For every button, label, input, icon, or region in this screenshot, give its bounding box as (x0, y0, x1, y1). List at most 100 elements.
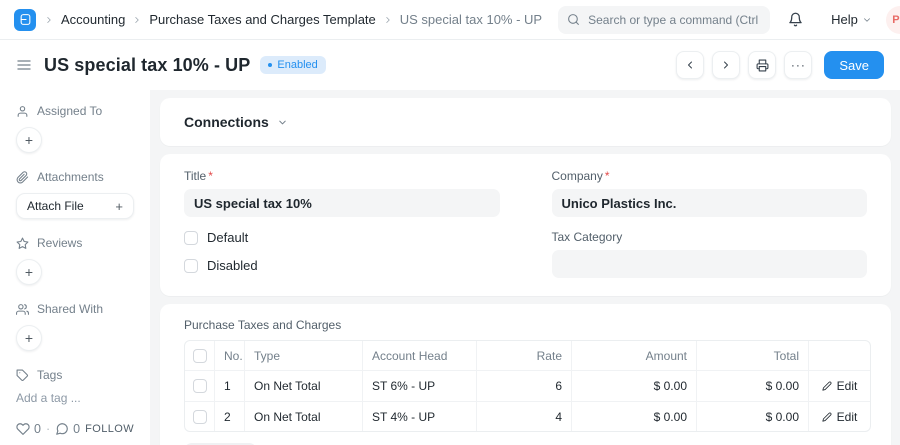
add-assignment-button[interactable]: + (16, 127, 42, 153)
status-dot-icon (268, 63, 272, 67)
social-row: 0 · 0 FOLLOW (16, 422, 134, 436)
reviews-header: Reviews (16, 236, 134, 250)
table-row: 2 On Net Total ST 4% - UP 4 $ 0.00 $ 0.0… (185, 401, 870, 431)
tax-category-input[interactable] (552, 250, 868, 278)
column-account-head: Account Head (363, 341, 477, 371)
assigned-to-header: Assigned To (16, 104, 134, 118)
default-checkbox-row[interactable]: Default (184, 230, 500, 245)
sidebar-toggle-icon[interactable] (16, 57, 32, 73)
user-icon (16, 105, 29, 118)
taxes-table: No. Type Account Head Rate Amount Total (184, 340, 871, 432)
bell-icon (788, 12, 803, 27)
type-cell[interactable]: On Net Total (245, 401, 363, 431)
account-head-cell[interactable]: ST 4% - UP (363, 401, 477, 431)
type-cell[interactable]: On Net Total (245, 371, 363, 401)
save-button[interactable]: Save (824, 51, 884, 79)
add-tag-input[interactable]: Add a tag ... (16, 391, 134, 405)
form-content: Connections Title* US special tax 10% De… (150, 90, 900, 445)
help-menu[interactable]: Help (831, 12, 872, 27)
assigned-to-section: Assigned To + (16, 104, 134, 153)
add-review-button[interactable]: + (16, 259, 42, 285)
attachments-label: Attachments (37, 170, 104, 184)
company-field-label: Company* (552, 169, 868, 183)
column-amount: Amount (572, 341, 697, 371)
amount-cell[interactable]: $ 0.00 (572, 371, 697, 401)
users-icon (16, 303, 29, 316)
reviews-label: Reviews (37, 236, 82, 250)
disabled-checkbox[interactable] (184, 259, 198, 273)
comment-icon (55, 422, 69, 436)
shared-with-section: Shared With + (16, 302, 134, 351)
required-marker: * (208, 169, 213, 183)
connections-title: Connections (184, 114, 269, 130)
edit-row-button[interactable]: Edit (809, 371, 870, 401)
attachments-section: Attachments Attach File + (16, 170, 134, 219)
row-checkbox[interactable] (193, 410, 207, 424)
row-number[interactable]: 2 (215, 401, 245, 431)
chevron-down-icon (277, 117, 288, 128)
previous-document-button[interactable] (676, 51, 704, 79)
app-logo-icon[interactable] (14, 9, 36, 31)
add-share-button[interactable]: + (16, 325, 42, 351)
print-button[interactable] (748, 51, 776, 79)
page-header: US special tax 10% - UP Enabled ··· Save (0, 40, 900, 90)
disabled-checkbox-row[interactable]: Disabled (184, 258, 500, 273)
rate-cell[interactable]: 4 (477, 401, 572, 431)
attach-file-button[interactable]: Attach File + (16, 193, 134, 219)
breadcrumb-template-list[interactable]: Purchase Taxes and Charges Template (149, 12, 375, 27)
pencil-icon (822, 412, 832, 422)
comments-button[interactable]: 0 (55, 422, 80, 436)
title-input[interactable]: US special tax 10% (184, 189, 500, 217)
total-cell[interactable]: $ 0.00 (697, 401, 809, 431)
assigned-to-label: Assigned To (37, 104, 102, 118)
column-type: Type (245, 341, 363, 371)
account-head-cell[interactable]: ST 6% - UP (363, 371, 477, 401)
navbar: Accounting Purchase Taxes and Charges Te… (0, 0, 900, 40)
global-search[interactable] (558, 6, 770, 34)
next-document-button[interactable] (712, 51, 740, 79)
search-input[interactable] (558, 6, 770, 34)
help-label: Help (831, 12, 858, 27)
tax-category-field-label: Tax Category (552, 230, 868, 244)
like-button[interactable]: 0 (16, 422, 41, 436)
chevron-left-icon (684, 59, 696, 71)
more-options-button[interactable]: ··· (784, 51, 812, 79)
chevron-right-icon (720, 59, 732, 71)
title-field: Title* US special tax 10% (184, 169, 500, 217)
status-badge-label: Enabled (277, 59, 317, 71)
total-cell[interactable]: $ 0.00 (697, 371, 809, 401)
row-checkbox[interactable] (193, 379, 207, 393)
breadcrumb-accounting[interactable]: Accounting (61, 12, 125, 27)
tax-category-field: Tax Category (552, 230, 868, 278)
table-row: 1 On Net Total ST 6% - UP 6 $ 0.00 $ 0.0… (185, 371, 870, 401)
connections-section[interactable]: Connections (160, 98, 891, 146)
page-actions: ··· Save (676, 51, 884, 79)
printer-icon (756, 59, 769, 72)
like-count: 0 (34, 422, 41, 436)
column-total: Total (697, 341, 809, 371)
required-marker: * (605, 169, 610, 183)
company-input[interactable]: Unico Plastics Inc. (552, 189, 868, 217)
details-section: Title* US special tax 10% Default Disabl… (160, 154, 891, 296)
form-left-column: Title* US special tax 10% Default Disabl… (184, 169, 500, 278)
chevron-down-icon (862, 15, 872, 25)
tags-label: Tags (37, 368, 62, 382)
row-number[interactable]: 1 (215, 371, 245, 401)
edit-label: Edit (837, 379, 858, 393)
attach-file-label: Attach File (27, 199, 84, 213)
app-window: Accounting Purchase Taxes and Charges Te… (0, 0, 900, 445)
avatar[interactable]: PR (886, 6, 900, 34)
notifications-button[interactable] (784, 8, 807, 31)
rate-cell[interactable]: 6 (477, 371, 572, 401)
default-checkbox[interactable] (184, 231, 198, 245)
page-title: US special tax 10% - UP (44, 55, 250, 76)
chevron-right-icon (383, 15, 393, 25)
select-all-checkbox[interactable] (193, 349, 207, 363)
page-body: Assigned To + Attachments Attach File + … (0, 90, 900, 445)
amount-cell[interactable]: $ 0.00 (572, 401, 697, 431)
tags-section: Tags Add a tag ... (16, 368, 134, 405)
chevron-right-icon (44, 15, 54, 25)
column-actions (809, 341, 870, 371)
edit-row-button[interactable]: Edit (809, 401, 870, 431)
follow-button[interactable]: FOLLOW (85, 423, 134, 435)
